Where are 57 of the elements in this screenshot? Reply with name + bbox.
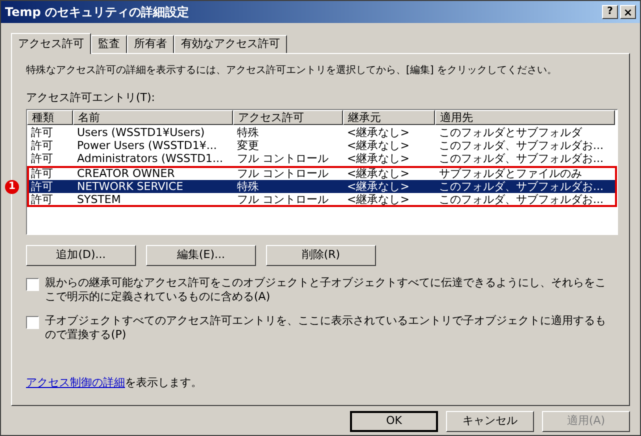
table-row[interactable]: 許可 NETWORK SERVICE 特殊 <継承なし> このフォルダ、サブフォルダお... [27, 180, 617, 192]
table-cell-text: サブフォルダとファイルのみ [438, 166, 583, 180]
annotation-marker: 1 [5, 180, 19, 194]
table-cell-text: このフォルダ、サブフォルダお... [438, 180, 604, 192]
entry-button[interactable]: 削除(R) [266, 244, 376, 266]
table-cell-text: 許可 [30, 192, 54, 206]
table-cell-text: 特殊 [236, 126, 260, 138]
tab[interactable]: 有効なアクセス許可 [174, 35, 287, 53]
entry-button[interactable]: 追加(D)... [26, 244, 136, 266]
table-cell-text: <継承なし> [346, 152, 410, 164]
close-button[interactable]: × [620, 5, 636, 19]
table-cell-text: フル コントロール [236, 192, 330, 206]
table-cell-text: 変更 [236, 138, 260, 152]
details-link[interactable]: アクセス制御の詳細 [26, 374, 125, 391]
tab[interactable]: 監査 [91, 35, 127, 53]
table-cell-text: このフォルダ、サブフォルダお... [438, 192, 604, 206]
table-cell-text: 特殊 [236, 180, 260, 192]
column-header[interactable]: 継承元 [343, 110, 435, 124]
tab[interactable]: 所有者 [127, 35, 174, 53]
table-cell-text: NETWORK SERVICE [76, 180, 184, 192]
table-cell-text: フル コントロール [236, 152, 330, 164]
table-cell-text: 許可 [30, 138, 54, 152]
table-cell-text: <継承なし> [346, 166, 410, 180]
entries-label: アクセス許可エントリ(T): [26, 90, 156, 106]
table-cell-text: Administrators (WSSTD1... [76, 152, 224, 164]
table-cell-text: このフォルダ、サブフォルダお... [438, 138, 604, 152]
window-title: Temp のセキュリティの詳細設定 [5, 4, 190, 21]
table-cell-text: Power Users (WSSTD1¥... [76, 138, 218, 152]
table-cell-text: <継承なし> [346, 180, 410, 192]
checkbox[interactable] [26, 316, 39, 328]
table-cell-text: SYSTEM [76, 192, 122, 206]
checkbox-label: 子オブジェクトすべてのアクセス許可エントリを、ここに表示されているエントリで子オブジェクトに適用するもので置換する(P) [45, 314, 607, 342]
column-header[interactable]: 名前 [73, 110, 233, 124]
checkbox[interactable] [26, 278, 39, 290]
table-cell-text: 許可 [30, 180, 54, 192]
table-cell-text: フル コントロール [236, 166, 330, 180]
details-text: を表示します。 [125, 374, 202, 390]
table-cell-text: このフォルダ、サブフォルダお... [438, 152, 604, 164]
column-header[interactable]: 種類 [27, 110, 73, 124]
checkbox-label: 親からの継承可能なアクセス許可をこのオブジェクトと子オブジェクトすべてに伝達できるようにし、それらをここで明示的に定義されているものに含める(A) [45, 276, 607, 304]
table-cell-text: <継承なし> [346, 192, 410, 206]
help-button[interactable]: ? [602, 5, 618, 19]
dialog-button[interactable]: OK [350, 411, 438, 432]
table-cell-text: <継承なし> [346, 126, 410, 138]
description-text: 特殊なアクセス許可の詳細を表示するには、アクセス許可エントリを選択してから、[編集] をクリックしてください。 [26, 64, 558, 78]
dialog-button[interactable]: キャンセル [446, 411, 534, 432]
table-cell-text: 許可 [30, 166, 54, 180]
column-header[interactable]: アクセス許可 [233, 110, 343, 124]
table-cell-text: 許可 [30, 152, 54, 164]
table-cell-text: CREATOR OWNER [76, 166, 176, 180]
tab[interactable]: アクセス許可 [11, 33, 91, 54]
table-cell-text: 許可 [30, 126, 54, 138]
table-cell-text: <継承なし> [346, 138, 410, 152]
table-cell-text: このフォルダとサブフォルダ [438, 126, 584, 138]
column-header[interactable]: 適用先 [435, 110, 615, 124]
table-cell-text: Users (WSSTD1¥Users) [76, 126, 206, 138]
entry-button[interactable]: 編集(E)... [146, 244, 256, 266]
